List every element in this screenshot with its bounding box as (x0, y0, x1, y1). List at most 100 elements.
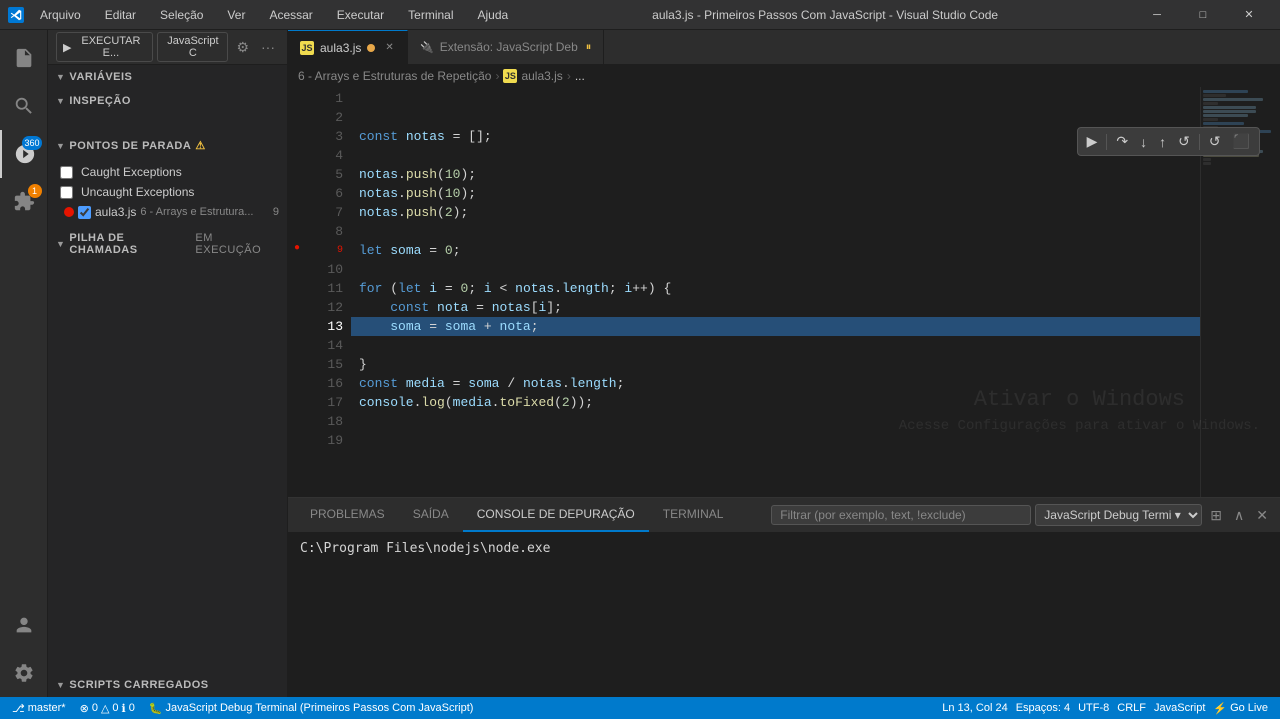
code-line-6: notas.push(10); (351, 184, 1200, 203)
caught-exceptions-checkbox[interactable] (60, 166, 73, 179)
debug-continue-btn[interactable]: ▶ (1082, 130, 1103, 153)
activity-debug[interactable]: 360 (0, 130, 48, 178)
status-liveshare[interactable]: ⚡ Go Live (1209, 702, 1272, 715)
menu-ajuda[interactable]: Ajuda (470, 6, 517, 24)
execute-button[interactable]: ▶ EXECUTAR E... (56, 32, 153, 62)
tab-console-depuracao[interactable]: CONSOLE DE DEPURAÇÃO (463, 498, 649, 532)
activity-account[interactable] (0, 601, 48, 649)
breadcrumb-part1[interactable]: 6 - Arrays e Estruturas de Repetição (298, 69, 491, 83)
status-right: Ln 13, Col 24 Espaços: 4 UTF-8 CRLF Java… (938, 702, 1272, 715)
menu-acessar[interactable]: Acessar (261, 6, 320, 24)
line-numbers: 1 2 3 4 5 6 7 8 9 10 11 12 13 14 15 16 1 (306, 87, 351, 497)
uncaught-exceptions-label: Uncaught Exceptions (81, 185, 194, 199)
panel-output[interactable]: C:\Program Files\nodejs\node.exe (288, 533, 1280, 697)
status-errors[interactable]: ⊗ 0 △ 0 ℹ 0 (76, 697, 139, 719)
maximize-button[interactable]: □ (1180, 0, 1226, 30)
breakpoint-gutter-9: ● (288, 239, 306, 258)
debug-step-into-btn[interactable]: ↓ (1135, 131, 1152, 153)
variables-collapse-icon: ▼ (56, 72, 65, 82)
debug-settings-button[interactable]: ⚙ (232, 37, 253, 58)
menu-executar[interactable]: Executar (329, 6, 392, 24)
debug-step-out-btn[interactable]: ↑ (1154, 131, 1171, 153)
minimize-button[interactable]: ─ (1134, 0, 1180, 30)
activity-extensions[interactable]: 1 (0, 178, 48, 226)
panel-collapse-btn[interactable]: ∧ (1230, 505, 1248, 526)
breadcrumb: 6 - Arrays e Estruturas de Repetição › J… (288, 65, 1280, 87)
status-line-ending[interactable]: CRLF (1113, 702, 1150, 714)
panel-tabs: PROBLEMAS SAÍDA CONSOLE DE DEPURAÇÃO TER… (288, 498, 1280, 533)
inspection-section-header[interactable]: ▼ INSPEÇÃO (48, 89, 287, 113)
code-line-16: const media = soma / notas.length; (351, 374, 1200, 393)
tab-terminal[interactable]: TERMINAL (649, 498, 738, 532)
loaded-scripts-label: SCRIPTS CARREGADOS (69, 679, 208, 691)
menu-arquivo[interactable]: Arquivo (32, 6, 89, 24)
breakpoint-uncaught: Uncaught Exceptions (48, 182, 287, 202)
tab-problems[interactable]: PROBLEMAS (296, 498, 399, 532)
tab-bar: JS aula3.js ✕ 🔌 Extensão: JavaScript Deb… (288, 30, 1280, 65)
status-spaces[interactable]: Espaços: 4 (1012, 702, 1074, 714)
status-encoding[interactable]: UTF-8 (1074, 702, 1113, 714)
panel-filter-input[interactable] (771, 505, 1031, 525)
code-editor[interactable]: ● 1 2 3 4 5 (288, 87, 1280, 497)
language-label: JavaScript (1154, 702, 1205, 714)
code-line-19 (351, 431, 1200, 450)
status-debug-info[interactable]: 🐛 JavaScript Debug Terminal (Primeiros P… (145, 697, 478, 719)
loaded-scripts-collapse-icon: ▼ (56, 680, 65, 690)
breakpoint-red-dot (64, 207, 74, 217)
debug-stop-btn[interactable]: ⬛ (1228, 130, 1255, 153)
uncaught-exceptions-checkbox[interactable] (60, 186, 73, 199)
menu-terminal[interactable]: Terminal (400, 6, 461, 24)
tab-extension[interactable]: 🔌 Extensão: JavaScript Deb ⏸ (408, 30, 604, 64)
code-line-4 (351, 146, 1200, 165)
loaded-scripts-section-header[interactable]: ▼ SCRIPTS CARREGADOS (48, 673, 287, 697)
current-line-13: 13 (306, 317, 343, 336)
terminal-select[interactable]: JavaScript Debug Termi ▾ (1035, 504, 1202, 526)
call-stack-section-header[interactable]: ▼ PILHA DE CHAMADAS Em execução (48, 226, 287, 262)
debug-restart-btn[interactable]: ↺ (1173, 130, 1195, 153)
debug-more-button[interactable]: ··· (257, 37, 279, 57)
debug-float-toolbar: ▶ ↷ ↓ ↑ ↺ ↺ ⬛ (1077, 127, 1260, 156)
title-bar-left: Arquivo Editar Seleção Ver Acessar Execu… (8, 6, 516, 24)
debug-step-over-btn[interactable]: ↷ (1111, 130, 1133, 153)
tab-close-icon[interactable]: ✕ (385, 42, 393, 53)
menu-selecao[interactable]: Seleção (152, 6, 211, 24)
callstack-collapse-icon: ▼ (56, 239, 65, 249)
vscode-logo (8, 7, 24, 23)
branch-name: master* (28, 702, 66, 714)
tab-aula3js[interactable]: JS aula3.js ✕ (288, 30, 408, 64)
debug-restart2-btn[interactable]: ↺ (1204, 130, 1226, 153)
menu-editar[interactable]: Editar (97, 6, 144, 24)
code-line-9: let soma = 0; (351, 241, 1200, 260)
tab-aula3js-label: aula3.js (320, 41, 361, 55)
panel-layout-btn[interactable]: ⊞ (1206, 505, 1226, 526)
code-line-12: const nota = notas[i]; (351, 298, 1200, 317)
code-content[interactable]: const notas = []; notas.push(10); notas.… (351, 87, 1200, 497)
variables-section-header[interactable]: ▼ VARIÁVEIS (48, 65, 287, 89)
activity-search[interactable] (0, 82, 48, 130)
status-branch[interactable]: ⎇ master* (8, 697, 70, 719)
close-button[interactable]: ✕ (1226, 0, 1272, 30)
menu-ver[interactable]: Ver (219, 6, 253, 24)
breadcrumb-part2[interactable]: aula3.js (521, 69, 562, 83)
play-icon: ▶ (63, 41, 71, 54)
tab-extension-label: Extensão: JavaScript Deb (440, 40, 578, 54)
breakpoint-file-checkbox[interactable] (78, 206, 91, 219)
breakpoints-label: PONTOS DE PARADA (69, 140, 191, 152)
panel-close-btn[interactable]: ✕ (1252, 505, 1272, 526)
info-icon: ℹ (122, 702, 126, 715)
editor-area: JS aula3.js ✕ 🔌 Extensão: JavaScript Deb… (288, 30, 1280, 697)
code-line-13: soma = soma + nota; (351, 317, 1200, 336)
tab-saida[interactable]: SAÍDA (399, 498, 463, 532)
activity-settings[interactable] (0, 649, 48, 697)
status-bar: ⎇ master* ⊗ 0 △ 0 ℹ 0 🐛 JavaScript Debug… (0, 697, 1280, 719)
status-language[interactable]: JavaScript (1150, 702, 1209, 714)
main-container: 360 1 (0, 30, 1280, 719)
breakpoint-filepath: 6 - Arrays e Estrutura... (140, 206, 253, 218)
breadcrumb-part3[interactable]: ... (575, 69, 585, 83)
activity-files[interactable] (0, 34, 48, 82)
status-cursor[interactable]: Ln 13, Col 24 (938, 702, 1011, 714)
code-line-11: for (let i = 0; i < notas.length; i++) { (351, 279, 1200, 298)
breakpoints-section-header[interactable]: ▼ PONTOS DE PARADA ⚠ (48, 133, 287, 158)
debug-controls-bar: ▶ EXECUTAR E... JavaScript C ⚙ ··· (48, 30, 287, 65)
debug-config-button[interactable]: JavaScript C (157, 32, 228, 62)
